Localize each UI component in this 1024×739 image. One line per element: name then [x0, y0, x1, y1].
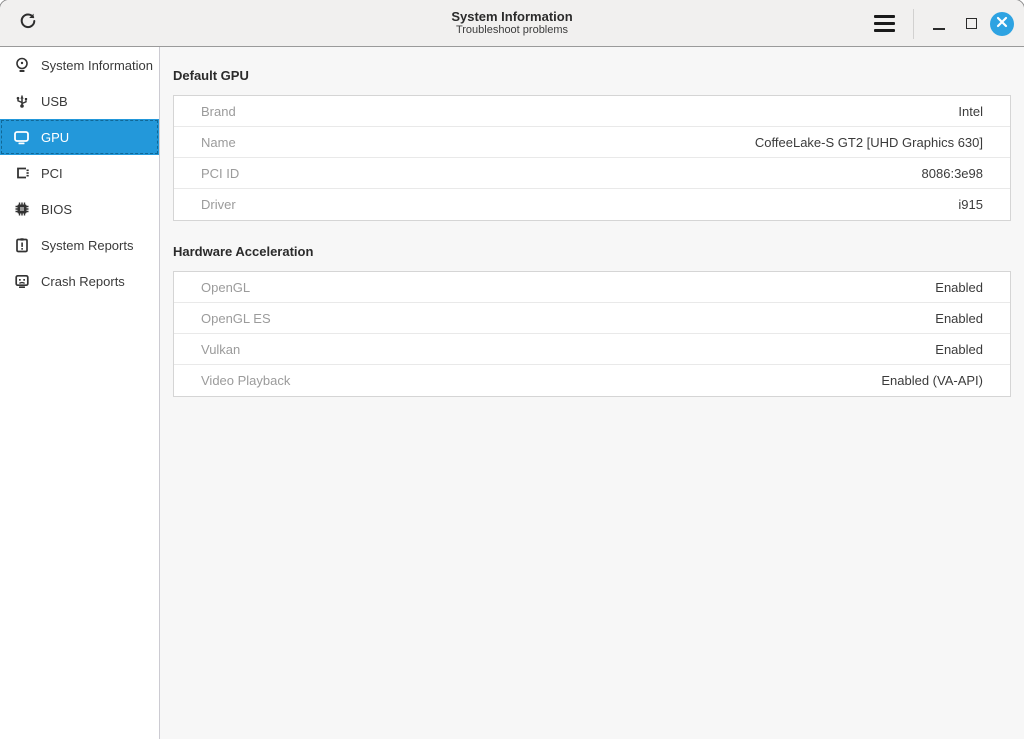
row-label: Brand	[201, 104, 236, 119]
sidebar-item-label: PCI	[41, 166, 63, 181]
sidebar-item-pci[interactable]: PCI	[0, 155, 159, 191]
clipboard-alert-icon	[13, 237, 30, 254]
row-value: Enabled	[935, 311, 983, 326]
maximize-button[interactable]	[958, 11, 984, 37]
sidebar-item-crash-reports[interactable]: Crash Reports	[0, 263, 159, 299]
refresh-icon	[18, 11, 38, 36]
lightbulb-icon	[13, 57, 30, 74]
table-row-vulkan: Vulkan Enabled	[174, 334, 1010, 365]
sidebar-item-label: System Information	[41, 58, 153, 73]
usb-icon	[13, 93, 30, 110]
minimize-button[interactable]	[926, 11, 952, 37]
row-label: Vulkan	[201, 342, 240, 357]
window-subtitle: Troubleshoot problems	[456, 24, 568, 37]
sidebar-item-gpu[interactable]: GPU	[0, 119, 159, 155]
app-window: System Information Troubleshoot problems	[0, 0, 1024, 739]
table-row-brand: Brand Intel	[174, 96, 1010, 127]
window-controls	[867, 0, 1014, 47]
app-body: System Information USB	[0, 47, 1024, 739]
row-value: Intel	[958, 104, 983, 119]
row-value: Enabled (VA-API)	[881, 373, 983, 388]
sidebar-item-label: USB	[41, 94, 68, 109]
sidebar-item-label: BIOS	[41, 202, 72, 217]
row-value: i915	[958, 197, 983, 212]
row-label: OpenGL ES	[201, 311, 271, 326]
crash-face-icon	[13, 273, 30, 290]
chip-icon	[13, 201, 30, 218]
section-title-hardware-acceleration: Hardware Acceleration	[173, 244, 1011, 259]
sidebar-item-bios[interactable]: BIOS	[0, 191, 159, 227]
hamburger-menu-icon	[874, 15, 895, 18]
row-label: Driver	[201, 197, 236, 212]
default-gpu-table: Brand Intel Name CoffeeLake-S GT2 [UHD G…	[173, 95, 1011, 221]
close-icon	[996, 15, 1008, 33]
row-label: PCI ID	[201, 166, 239, 181]
table-row-driver: Driver i915	[174, 189, 1010, 220]
row-value: Enabled	[935, 280, 983, 295]
sidebar-item-system-information[interactable]: System Information	[0, 47, 159, 83]
row-value: CoffeeLake-S GT2 [UHD Graphics 630]	[755, 135, 983, 150]
section-title-default-gpu: Default GPU	[173, 68, 1011, 83]
sidebar-item-label: Crash Reports	[41, 274, 125, 289]
row-label: OpenGL	[201, 280, 250, 295]
table-row-opengl-es: OpenGL ES Enabled	[174, 303, 1010, 334]
monitor-icon	[13, 129, 30, 146]
hamburger-menu-button[interactable]	[867, 8, 901, 40]
sidebar: System Information USB	[0, 47, 160, 739]
row-label: Name	[201, 135, 236, 150]
main-content: Default GPU Brand Intel Name CoffeeLake-…	[160, 47, 1024, 739]
row-label: Video Playback	[201, 373, 290, 388]
row-value: Enabled	[935, 342, 983, 357]
sidebar-item-label: System Reports	[41, 238, 133, 253]
hardware-acceleration-table: OpenGL Enabled OpenGL ES Enabled Vulkan …	[173, 271, 1011, 397]
titlebar: System Information Troubleshoot problems	[0, 0, 1024, 47]
close-button[interactable]	[990, 12, 1014, 36]
row-value: 8086:3e98	[922, 166, 983, 181]
window-title: System Information	[451, 9, 572, 24]
pci-card-icon	[13, 165, 30, 182]
sidebar-item-label: GPU	[41, 130, 69, 145]
table-row-name: Name CoffeeLake-S GT2 [UHD Graphics 630]	[174, 127, 1010, 158]
minimize-icon	[933, 28, 945, 30]
refresh-button[interactable]	[13, 8, 43, 38]
table-row-video-playback: Video Playback Enabled (VA-API)	[174, 365, 1010, 396]
sidebar-item-system-reports[interactable]: System Reports	[0, 227, 159, 263]
sidebar-item-usb[interactable]: USB	[0, 83, 159, 119]
controls-divider	[913, 9, 914, 39]
table-row-opengl: OpenGL Enabled	[174, 272, 1010, 303]
maximize-icon	[966, 18, 977, 29]
table-row-pci-id: PCI ID 8086:3e98	[174, 158, 1010, 189]
